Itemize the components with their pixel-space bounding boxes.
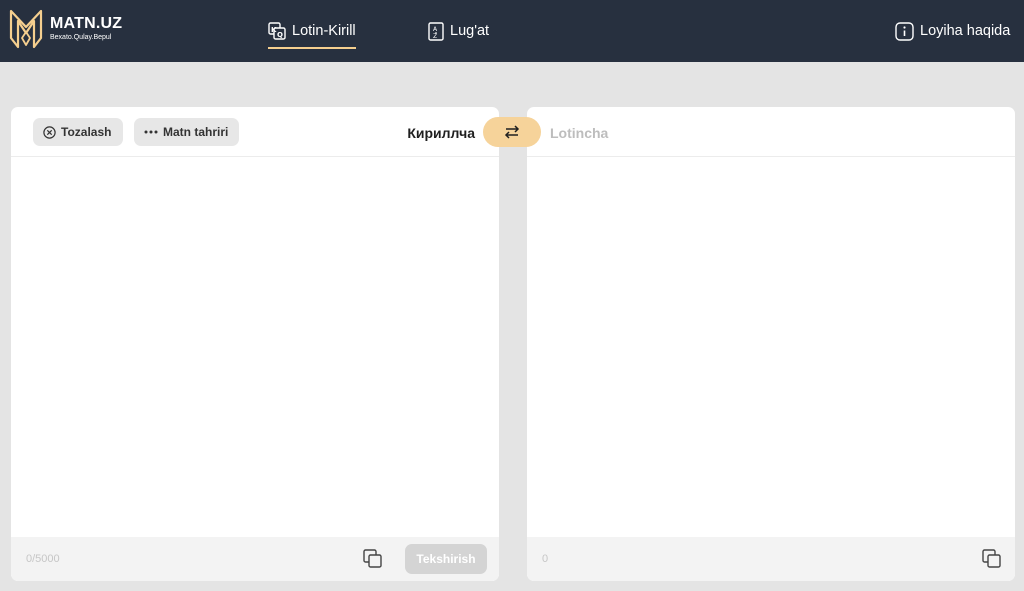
source-toolbar: Tozalash Matn tahriri Кириллча	[11, 107, 499, 157]
nav-lotin-kirill[interactable]: K Q Lotin-Kirill	[268, 0, 356, 62]
source-language-label: Кириллча	[407, 125, 475, 141]
char-counter: 0	[542, 553, 549, 565]
target-footer: 0	[527, 537, 1015, 581]
target-panel: Lotincha 0	[527, 107, 1015, 581]
nav-lotin-kirill-label: Lotin-Kirill	[292, 23, 356, 39]
nav-about-label: Loyiha haqida	[920, 23, 1011, 39]
target-text-output	[527, 158, 1015, 537]
nav-lugat-label: Lug'at	[450, 23, 490, 39]
swap-languages-button[interactable]	[483, 117, 541, 147]
nav-about[interactable]: Loyiha haqida	[895, 0, 1010, 62]
logo[interactable]: MATN.UZ Bexato.Qulay.Bepul	[9, 8, 129, 50]
svg-text:Z: Z	[433, 33, 437, 40]
logo-tagline: Bexato.Qulay.Bepul	[50, 34, 112, 41]
clear-button-label: Tozalash	[61, 125, 112, 139]
copy-icon[interactable]	[982, 549, 1002, 569]
top-navbar: MATN.UZ Bexato.Qulay.Bepul K Q Lotin-Kir…	[0, 0, 1024, 62]
logo-text: MATN.UZ	[50, 15, 123, 32]
nav-lugat[interactable]: A Z Lug'at	[428, 0, 489, 62]
target-toolbar: Lotincha	[527, 107, 1015, 157]
clear-button[interactable]: Tozalash	[33, 118, 123, 146]
source-panel: Tozalash Matn tahriri Кириллча 0/5000 Te…	[11, 107, 499, 581]
check-button[interactable]: Tekshirish	[405, 544, 487, 574]
more-dots-icon	[144, 130, 158, 134]
swap-arrows-icon	[504, 125, 520, 139]
edit-text-button[interactable]: Matn tahriri	[134, 118, 239, 146]
close-circle-icon	[43, 125, 56, 139]
source-text-input[interactable]	[11, 158, 499, 537]
target-language-label: Lotincha	[550, 125, 609, 141]
source-footer: 0/5000 Tekshirish	[11, 537, 499, 581]
info-icon	[895, 21, 914, 41]
translate-icon: K Q	[268, 22, 286, 40]
svg-text:Q: Q	[277, 31, 283, 39]
copy-icon[interactable]	[363, 549, 383, 569]
svg-text:A: A	[433, 26, 438, 33]
logo-icon	[9, 9, 43, 49]
dictionary-icon: A Z	[428, 21, 444, 41]
char-counter: 0/5000	[26, 553, 60, 565]
active-tab-indicator	[268, 47, 356, 49]
edit-text-button-label: Matn tahriri	[163, 125, 229, 139]
